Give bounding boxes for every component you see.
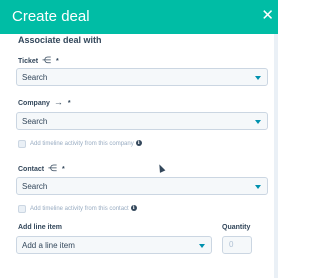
ticket-label: Ticket — [18, 58, 39, 65]
chevron-down-icon — [255, 185, 261, 189]
info-icon[interactable]: i — [130, 205, 137, 212]
line-item-select[interactable]: Add a line item — [16, 236, 212, 254]
contact-label: Contact — [18, 166, 45, 173]
close-icon[interactable]: ✕ — [261, 8, 274, 24]
company-timeline-checkbox[interactable] — [18, 140, 26, 148]
chevron-down-icon — [255, 76, 261, 80]
ticket-select-value: Search — [22, 73, 48, 82]
required-marker: * — [61, 166, 65, 173]
arrow-right-icon: → — [53, 97, 63, 107]
line-item-select-value: Add a line item — [22, 241, 75, 250]
required-marker: * — [56, 58, 59, 65]
company-select-value: Search — [22, 117, 48, 126]
company-label-row: Company → * — [18, 97, 71, 109]
mouse-cursor — [156, 163, 166, 173]
ticket-search-select[interactable]: Search — [16, 68, 268, 86]
company-label: Company — [18, 100, 50, 107]
ticket-label-row: Ticket ⋲ * — [18, 55, 59, 67]
company-search-select[interactable]: Search — [16, 112, 268, 130]
chevron-down-icon — [255, 120, 261, 124]
merge-icon: ⋲ — [48, 163, 58, 173]
scrollbar[interactable] — [274, 34, 278, 278]
contact-select-value: Search — [22, 182, 48, 191]
quantity-input[interactable]: 0 — [222, 236, 252, 254]
contact-timeline-checkbox[interactable] — [18, 205, 26, 213]
chevron-down-icon — [199, 244, 205, 248]
dialog-header: Create deal ✕ — [0, 0, 278, 34]
dialog-title: Create deal — [12, 8, 90, 25]
company-timeline-label: Add timeline activity from this company — [30, 141, 134, 147]
merge-icon: ⋲ — [42, 55, 52, 65]
required-marker: * — [67, 100, 71, 107]
info-icon[interactable]: i — [135, 140, 142, 147]
contact-timeline-label: Add timeline activity from this contact — [30, 206, 129, 212]
quantity-label: Quantity — [222, 224, 251, 231]
line-item-label: Add line item — [18, 224, 62, 231]
contact-label-row: Contact ⋲ * — [18, 163, 65, 175]
contact-search-select[interactable]: Search — [16, 177, 268, 195]
associate-section-title: Associate deal with — [18, 35, 102, 45]
